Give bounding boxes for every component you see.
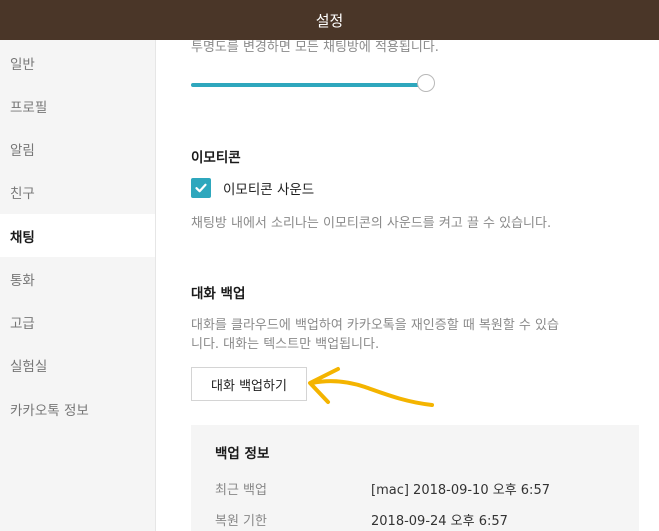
transparency-slider-handle[interactable] <box>417 74 435 92</box>
sidebar-item-label: 통화 <box>10 272 35 289</box>
sidebar-item-profile[interactable]: 프로필 <box>0 84 155 127</box>
last-backup-value: [mac] 2018-09-10 오후 6:57 <box>371 483 550 498</box>
sidebar-item-label: 고급 <box>10 315 35 332</box>
emoticon-sound-label: 이모티콘 사운드 <box>223 182 315 198</box>
sidebar-item-label: 알림 <box>10 142 35 159</box>
emoticon-section-title: 이모티콘 <box>191 150 241 166</box>
sidebar-item-label: 일반 <box>10 56 35 73</box>
sidebar-item-general[interactable]: 일반 <box>0 41 155 84</box>
sidebar-item-label: 채팅 <box>10 229 35 246</box>
transparency-slider-track[interactable] <box>191 83 428 87</box>
backup-note-line-1: 대화를 클라우드에 백업하여 카카오톡을 재인증할 때 복원할 수 있습 <box>191 318 559 333</box>
emoticon-sound-option[interactable]: 이모티콘 사운드 <box>191 178 314 198</box>
backup-note-line-2: 니다. 대화는 텍스트만 백업됩니다. <box>191 337 380 352</box>
transparency-note: 투명도를 변경하면 모든 채팅방에 적용됩니다. <box>191 40 439 55</box>
window-title: 설정 <box>315 11 344 30</box>
restore-deadline-value: 2018-09-24 오후 6:57 <box>371 514 508 529</box>
sidebar-item-about[interactable]: 카카오톡 정보 <box>0 387 155 430</box>
sidebar-item-friends[interactable]: 친구 <box>0 170 155 213</box>
sidebar-item-label: 카카오톡 정보 <box>10 402 89 419</box>
backup-chats-button[interactable]: 대화 백업하기 <box>191 367 307 401</box>
backup-info-panel: 백업 정보 최근 백업 [mac] 2018-09-10 오후 6:57 복원 … <box>191 425 639 531</box>
sidebar-item-label: 프로필 <box>10 99 48 116</box>
sidebar-item-calls[interactable]: 통화 <box>0 257 155 300</box>
sidebar-item-chat[interactable]: 채팅 <box>0 214 155 257</box>
emoticon-sound-checkbox[interactable] <box>191 178 211 198</box>
settings-sidebar: 일반 프로필 알림 친구 채팅 통화 고급 실험실 카카오톡 정보 <box>0 40 156 531</box>
sidebar-item-advanced[interactable]: 고급 <box>0 300 155 343</box>
sidebar-item-label: 친구 <box>10 185 35 202</box>
last-backup-label: 최근 백업 <box>215 483 267 498</box>
sidebar-item-notifications[interactable]: 알림 <box>0 127 155 170</box>
settings-content: 투명도를 변경하면 모든 채팅방에 적용됩니다. 이모티콘 이모티콘 사운드 채… <box>156 40 659 531</box>
sidebar-item-label: 실험실 <box>10 358 48 375</box>
emoticon-note: 채팅방 내에서 소리나는 이모티콘의 사운드를 켜고 끌 수 있습니다. <box>191 216 552 231</box>
checkmark-icon <box>195 183 207 193</box>
window-titlebar: 설정 <box>0 0 659 40</box>
sidebar-item-labs[interactable]: 실험실 <box>0 343 155 386</box>
backup-info-title: 백업 정보 <box>215 446 270 462</box>
restore-deadline-label: 복원 기한 <box>215 514 267 529</box>
backup-section-title: 대화 백업 <box>191 286 246 302</box>
